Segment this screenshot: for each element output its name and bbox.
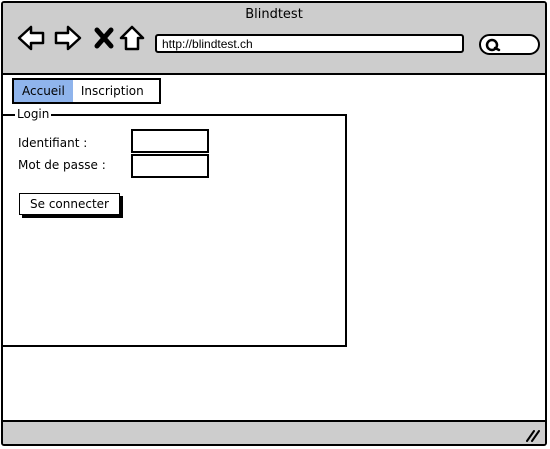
tab-inscription[interactable]: Inscription <box>73 80 152 102</box>
password-field[interactable] <box>131 154 209 178</box>
home-button[interactable] <box>117 23 147 53</box>
forward-button[interactable] <box>53 23 83 53</box>
resize-grip[interactable] <box>525 428 541 442</box>
username-field[interactable] <box>131 129 209 153</box>
browser-toolbar: Blindtest <box>3 3 545 75</box>
window-title: Blindtest <box>245 7 303 22</box>
browser-window: Blindtest http://blindtest.ch Accueil In… <box>1 1 547 446</box>
search-icon <box>485 38 501 52</box>
login-fieldset: Login Identifiant : Mot de passe : Se co… <box>3 107 347 347</box>
close-x-icon <box>94 27 114 49</box>
tab-accueil[interactable]: Accueil <box>14 80 73 102</box>
arrow-right-icon <box>54 25 82 51</box>
resize-grip-icon <box>526 430 540 442</box>
tab-bar: Accueil Inscription <box>12 78 161 104</box>
username-label: Identifiant : <box>18 136 88 150</box>
login-legend: Login <box>15 107 52 121</box>
login-button[interactable]: Se connecter <box>19 193 120 215</box>
stop-button[interactable] <box>90 23 120 53</box>
arrow-left-icon <box>17 25 45 51</box>
home-icon <box>119 25 145 51</box>
search-input[interactable] <box>479 34 540 55</box>
status-bar <box>3 420 545 444</box>
url-input[interactable] <box>155 34 464 53</box>
back-button[interactable] <box>16 23 46 53</box>
password-label: Mot de passe : <box>18 158 106 172</box>
